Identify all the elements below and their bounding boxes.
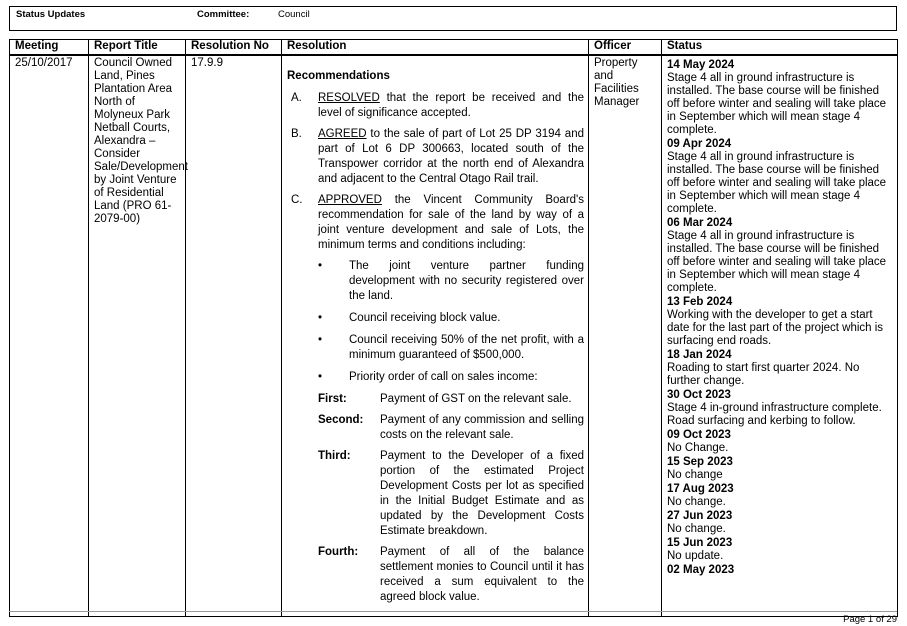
priority-order-item: Second: Payment of any commission and sel… bbox=[318, 413, 584, 443]
status-entry: 15 Jun 2023 No update. bbox=[667, 537, 893, 563]
resolution-item-text: APPROVED the Vincent Community Board's r… bbox=[318, 193, 584, 253]
bullet-text: The joint venture partner funding develo… bbox=[349, 260, 584, 302]
priority-order-label: Second: bbox=[318, 414, 364, 426]
report-title-cell: Council Owned Land, Pines Plantation Are… bbox=[88, 54, 188, 617]
column-header: Resolution bbox=[281, 39, 589, 56]
status-updates-label: Status Updates bbox=[16, 9, 86, 20]
status-date: 14 May 2024 bbox=[667, 59, 735, 71]
status-entry: 18 Jan 2024 Roading to start first quarte… bbox=[667, 349, 893, 388]
status-date: 15 Jun 2023 bbox=[667, 537, 733, 549]
status-header-box: Status Updates Committee: Council bbox=[9, 6, 897, 31]
status-date: 17 Aug 2023 bbox=[667, 483, 734, 495]
status-date: 15 Sep 2023 bbox=[667, 456, 733, 468]
status-date: 13 Feb 2024 bbox=[667, 296, 733, 308]
officer-cell: Property and Facilities Manager bbox=[588, 54, 662, 617]
status-entry: 30 Oct 2023 Stage 4 in-ground infrastruct… bbox=[667, 389, 893, 428]
status-text: No change. bbox=[667, 496, 726, 508]
status-date: 02 May 2023 bbox=[667, 564, 735, 576]
resolution-item-letter: B. bbox=[291, 128, 302, 140]
footer-divider bbox=[9, 611, 897, 612]
column-header: Resolution No bbox=[185, 39, 282, 56]
column-header: Status bbox=[661, 39, 898, 56]
resolution-bullet: • Council receiving 50% of the net profit… bbox=[318, 333, 584, 363]
status-date: 06 Mar 2024 bbox=[667, 217, 733, 229]
status-entry: 13 Feb 2024 Working with the developer to… bbox=[667, 296, 893, 348]
recommendations-heading: Recommendations bbox=[287, 70, 390, 82]
resolution-bullet: • Council receiving block value. bbox=[318, 311, 584, 326]
status-date: 30 Oct 2023 bbox=[667, 389, 731, 401]
committee-value: Council bbox=[278, 9, 310, 20]
priority-order-text: Payment of all of the balance settlement… bbox=[380, 546, 584, 603]
bullet-text: Council receiving block value. bbox=[349, 312, 501, 324]
committee-label: Committee: bbox=[197, 9, 250, 20]
status-text: Stage 4 all in ground infrastructure is … bbox=[667, 72, 887, 136]
bullet-icon: • bbox=[318, 312, 323, 324]
priority-order-text: Payment of any commission and selling co… bbox=[380, 414, 584, 441]
status-text: Stage 4 in-ground infrastructure complet… bbox=[667, 402, 882, 427]
meeting-cell: 25/10/2017 bbox=[9, 54, 89, 617]
resolution-item-keyword: RESOLVED bbox=[318, 92, 380, 104]
priority-order-label: First: bbox=[318, 393, 347, 405]
status-text: No update. bbox=[667, 550, 724, 562]
status-date: 09 Oct 2023 bbox=[667, 429, 731, 441]
column-header: Report Title bbox=[88, 39, 186, 56]
status-text: No Change. bbox=[667, 442, 729, 454]
resolution-bullet: • The joint venture partner funding devel… bbox=[318, 259, 584, 304]
bullet-text: Council receiving 50% of the net profit,… bbox=[349, 334, 584, 361]
status-entry: 27 Jun 2023 No change. bbox=[667, 510, 893, 536]
bullet-icon: • bbox=[318, 371, 323, 383]
status-date: 18 Jan 2024 bbox=[667, 349, 732, 361]
status-text: Stage 4 all in ground infrastructure is … bbox=[667, 230, 887, 294]
page-number: Page 1 of 29 bbox=[843, 614, 897, 625]
bullet-icon: • bbox=[318, 334, 323, 346]
priority-order-item: First: Payment of GST on the relevant sal… bbox=[318, 392, 584, 407]
bullet-icon: • bbox=[318, 260, 323, 272]
resolution-item-letter: C. bbox=[291, 194, 303, 206]
priority-order-item: Fourth: Payment of all of the balance set… bbox=[318, 545, 584, 605]
resolution-bullet: • Priority order of call on sales income: bbox=[318, 370, 584, 385]
status-entry: 15 Sep 2023 No change bbox=[667, 456, 893, 482]
resolution-item: C. APPROVED the Vincent Community Board's… bbox=[287, 193, 584, 253]
status-entry: 17 Aug 2023 No change. bbox=[667, 483, 893, 509]
bullet-text: Priority order of call on sales income: bbox=[349, 371, 538, 383]
column-header: Meeting bbox=[9, 39, 89, 56]
resolution-item-keyword: AGREED bbox=[318, 128, 367, 140]
status-text: No change. bbox=[667, 523, 726, 535]
status-text: Roading to start first quarter 2024. No … bbox=[667, 362, 860, 387]
priority-order-text: Payment of GST on the relevant sale. bbox=[380, 393, 572, 405]
resolution-no-cell: 17.9.9 bbox=[185, 54, 282, 617]
table-header-row: Meeting Report Title Resolution No Resol… bbox=[9, 39, 898, 56]
status-text: Working with the developer to get a star… bbox=[667, 309, 884, 347]
resolution-item-letter: A. bbox=[291, 92, 302, 104]
resolution-item-text: AGREED to the sale of part of Lot 25 DP … bbox=[318, 127, 584, 187]
status-entry: 06 Mar 2024 Stage 4 all in ground infrast… bbox=[667, 217, 893, 295]
resolution-item-keyword: APPROVED bbox=[318, 194, 382, 206]
status-text: No change bbox=[667, 469, 723, 481]
status-table: Meeting Report Title Resolution No Resol… bbox=[9, 39, 898, 617]
resolution-cell: Recommendations A. RESOLVED that the repo… bbox=[281, 54, 589, 617]
status-entry: 09 Apr 2024 Stage 4 all in ground infrast… bbox=[667, 138, 893, 216]
status-text: Stage 4 all in ground infrastructure is … bbox=[667, 151, 887, 215]
priority-order-item: Third: Payment to the Developer of a fixe… bbox=[318, 449, 584, 539]
priority-order-text: Payment to the Developer of a fixed port… bbox=[380, 450, 584, 537]
resolution-item-text: RESOLVED that the report be received and… bbox=[318, 91, 584, 121]
status-cell: 14 May 2024 Stage 4 all in ground infrast… bbox=[661, 54, 898, 617]
priority-order-label: Fourth: bbox=[318, 546, 359, 558]
status-date: 09 Apr 2024 bbox=[667, 138, 732, 150]
status-entry: 09 Oct 2023 No Change. bbox=[667, 429, 893, 455]
status-date: 27 Jun 2023 bbox=[667, 510, 733, 522]
table-row: 25/10/2017 Council Owned Land, Pines Pla… bbox=[9, 54, 898, 617]
status-entry: 02 May 2023 bbox=[667, 564, 893, 577]
status-entry: 14 May 2024 Stage 4 all in ground infrast… bbox=[667, 59, 893, 137]
resolution-item: B. AGREED to the sale of part of Lot 25 D… bbox=[287, 127, 584, 187]
priority-order-label: Third: bbox=[318, 450, 351, 462]
column-header: Officer bbox=[588, 39, 662, 56]
resolution-item: A. RESOLVED that the report be received a… bbox=[287, 91, 584, 121]
